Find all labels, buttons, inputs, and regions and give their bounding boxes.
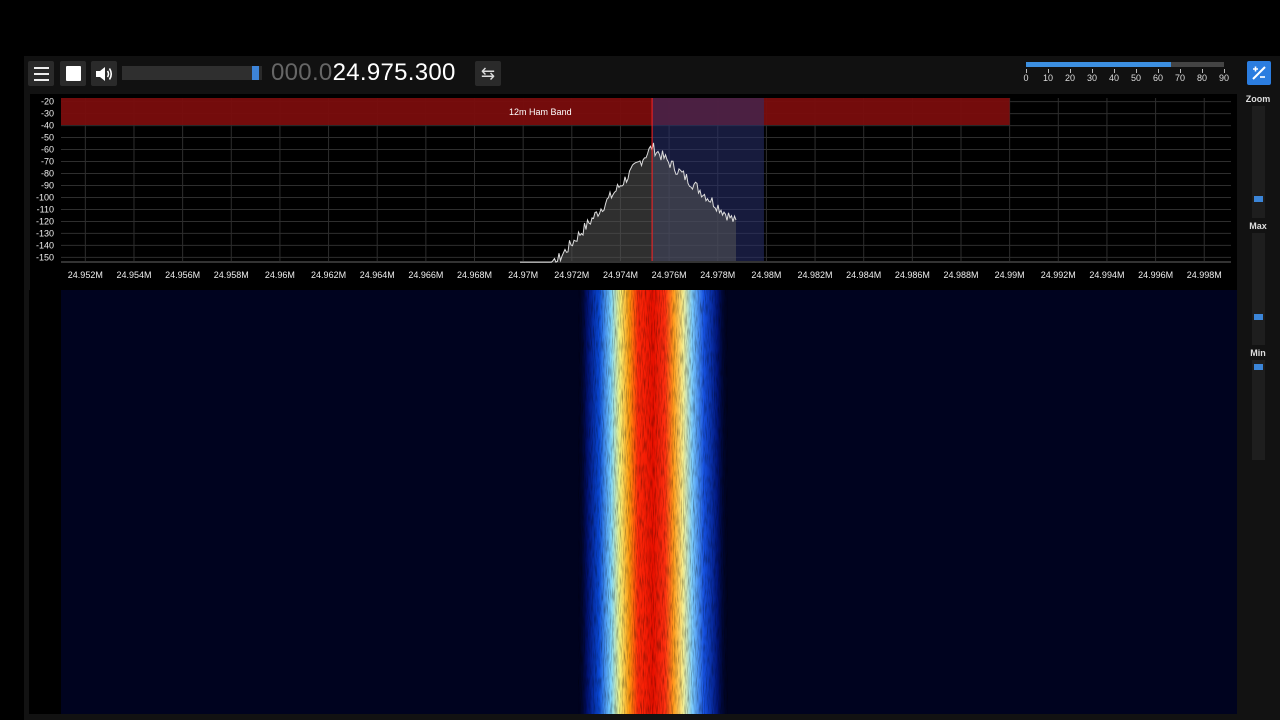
frequency-tick-label: 24.958M xyxy=(214,270,249,280)
snr-tick-label: 10 xyxy=(1042,73,1054,83)
db-tick-label: -80 xyxy=(41,169,54,179)
zoom-handle[interactable] xyxy=(1254,196,1263,202)
snr-track xyxy=(1026,62,1224,67)
fft-svg: 12m Ham Band -20 -30 -40 -50 -60 -70 -80-90 -10… xyxy=(36,97,1231,280)
swap-arrows-icon[interactable]: ⇆ xyxy=(475,61,501,86)
min-label: Min xyxy=(1250,348,1266,358)
frequency-tick-label: 24.962M xyxy=(311,270,346,280)
volume-handle[interactable] xyxy=(252,66,260,80)
db-tick-label: -50 xyxy=(41,133,54,143)
db-tick-label: -150 xyxy=(36,252,54,262)
frequency-tick-label: 24.99M xyxy=(995,270,1025,280)
frequency-value: 24.975.300 xyxy=(332,59,456,86)
db-tick-label: -100 xyxy=(36,192,54,202)
fft-display[interactable]: 12m Ham Band -20 -30 -40 -50 -60 -70 -80 -90 -10… xyxy=(30,94,1237,290)
frequency-tick-label: 24.988M xyxy=(943,270,978,280)
frequency-tick-label: 24.98M xyxy=(751,270,781,280)
stop-square-icon[interactable] xyxy=(60,61,86,86)
waterfall-noise xyxy=(578,290,728,714)
db-tick-label: -110 xyxy=(37,204,54,214)
frequency-tick-label: 24.976M xyxy=(652,270,687,280)
db-tick-label: -90 xyxy=(41,180,54,190)
frequency-tick-label: 24.956M xyxy=(165,270,200,280)
snr-tick-label: 70 xyxy=(1174,73,1186,83)
frequency-tick-label: 24.964M xyxy=(360,270,395,280)
frequency-tick-label: 24.972M xyxy=(554,270,589,280)
frequency-tick-label: 24.996M xyxy=(1138,270,1173,280)
db-tick-label: -30 xyxy=(41,109,54,119)
db-tick-label: -60 xyxy=(41,145,54,155)
db-tick-label: -20 xyxy=(41,97,54,107)
toolbar: 000.024.975.300 ⇆ 0 10 20 30 40 50 60 70 80 90 xyxy=(24,56,1280,90)
settings-sliders-icon[interactable] xyxy=(1247,61,1271,85)
frequency-tick-label: 24.96M xyxy=(265,270,295,280)
min-handle[interactable] xyxy=(1254,364,1263,370)
ham-band-label: 12m Ham Band xyxy=(509,107,572,117)
volume-fill xyxy=(122,66,260,80)
frequency-tick-label: 24.984M xyxy=(846,270,881,280)
frequency-prefix: 000.0 xyxy=(271,59,333,86)
max-handle[interactable] xyxy=(1254,314,1263,320)
snr-meter: 0 10 20 30 40 50 60 70 80 90 xyxy=(1023,62,1229,86)
snr-tick-label: 30 xyxy=(1086,73,1098,83)
frequency-tick-label: 24.978M xyxy=(700,270,735,280)
frequency-display[interactable]: 000.024.975.300 xyxy=(271,58,456,88)
frequency-tick-label: 24.986M xyxy=(895,270,930,280)
waterfall-display[interactable] xyxy=(29,290,1237,714)
snr-tick-label: 60 xyxy=(1152,73,1164,83)
zoom-label: Zoom xyxy=(1245,94,1271,104)
db-tick-label: -140 xyxy=(36,240,54,250)
db-tick-label: -120 xyxy=(36,216,54,226)
frequency-tick-label: 24.954M xyxy=(116,270,151,280)
db-tick-label: -70 xyxy=(41,157,54,167)
frequency-tick-label: 24.97M xyxy=(508,270,538,280)
min-slider[interactable] xyxy=(1252,360,1265,460)
frequency-tick-label: 24.968M xyxy=(457,270,492,280)
db-axis: -20 -30 -40 -50 -60 -70 -80-90 -100 -110 -120 -130… xyxy=(36,97,54,263)
zoom-slider[interactable] xyxy=(1252,106,1265,218)
volume-slider[interactable] xyxy=(122,66,262,80)
frequency-tick-label: 24.952M xyxy=(68,270,103,280)
max-slider[interactable] xyxy=(1252,233,1265,345)
waterfall-svg xyxy=(578,290,728,714)
hamburger-menu-icon[interactable] xyxy=(28,61,54,86)
snr-tick-label: 0 xyxy=(1023,73,1029,83)
snr-tick-label: 20 xyxy=(1064,73,1076,83)
frequency-tick-label: 24.994M xyxy=(1089,270,1124,280)
db-tick-label: -40 xyxy=(41,121,54,131)
frequency-tick-label: 24.998M xyxy=(1187,270,1222,280)
snr-tick-label: 80 xyxy=(1196,73,1208,83)
snr-fill xyxy=(1026,62,1171,67)
frequency-tick-label: 24.992M xyxy=(1041,270,1076,280)
frequency-axis: 24.952M 24.954M 24.956M 24.958M 24.96M 24.962… xyxy=(68,270,1222,280)
frequency-tick-label: 24.974M xyxy=(603,270,638,280)
db-tick-label: -130 xyxy=(36,228,54,238)
max-label: Max xyxy=(1249,221,1267,231)
frequency-tick-label: 24.982M xyxy=(798,270,833,280)
snr-tick-label: 40 xyxy=(1108,73,1120,83)
snr-tick-label: 50 xyxy=(1130,73,1142,83)
speaker-icon[interactable] xyxy=(91,61,117,86)
snr-tick-label: 90 xyxy=(1218,73,1230,83)
sdr-app: 000.024.975.300 ⇆ 0 10 20 30 40 50 60 70 80 90 Zo… xyxy=(24,56,1280,720)
frequency-tick-label: 24.966M xyxy=(408,270,443,280)
snr-ticks xyxy=(1026,69,1225,73)
